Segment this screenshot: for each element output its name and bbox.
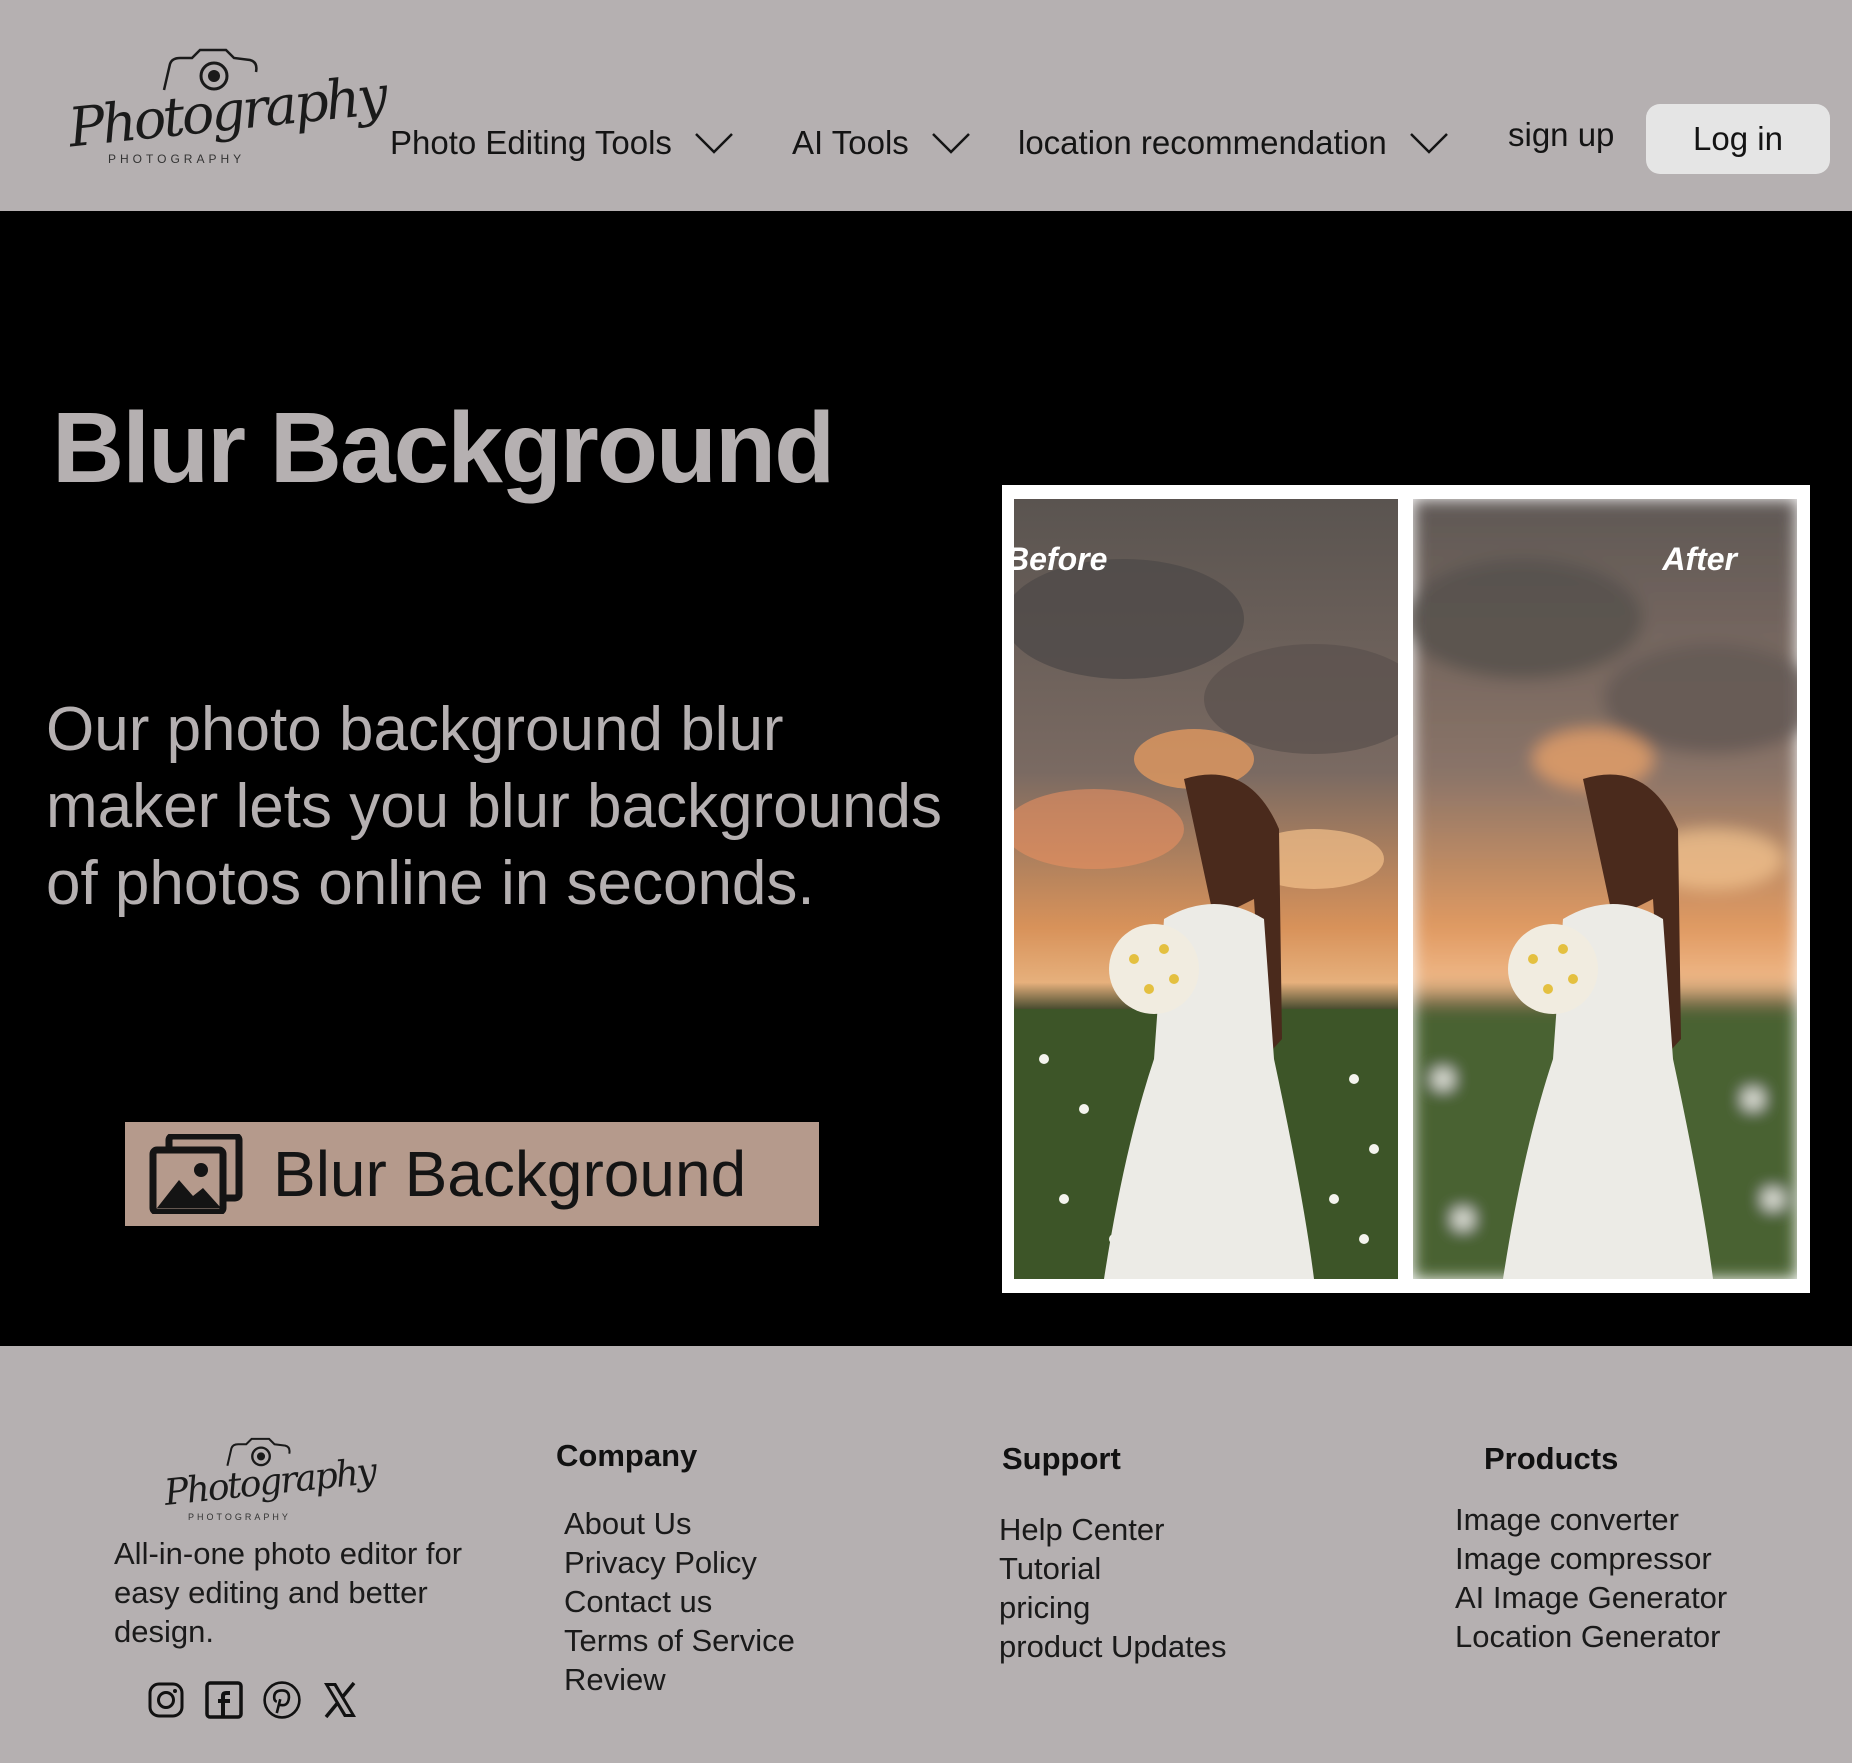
- instagram-icon[interactable]: [146, 1680, 186, 1720]
- nav-photo-editing-tools[interactable]: Photo Editing Tools: [390, 124, 734, 162]
- products-links: Image converter Image compressor AI Imag…: [1455, 1500, 1727, 1656]
- after-label: After: [1662, 541, 1737, 577]
- footer-logo[interactable]: Photography PHOTOGRAPHY: [160, 1436, 377, 1526]
- x-icon[interactable]: [320, 1680, 360, 1720]
- footer-link-image-compressor[interactable]: Image compressor: [1455, 1539, 1727, 1578]
- products-heading: Products: [1484, 1441, 1619, 1476]
- footer-link-about-us[interactable]: About Us: [564, 1504, 795, 1543]
- nav-label: location recommendation: [1018, 124, 1387, 161]
- site-header: Photography PHOTOGRAPHY Photo Editing To…: [0, 0, 1852, 211]
- footer-link-tutorial[interactable]: Tutorial: [999, 1549, 1226, 1588]
- before-label: Before: [1014, 541, 1108, 577]
- page-title: Blur Background: [52, 392, 835, 504]
- hero-description: Our photo background blur maker lets you…: [46, 695, 943, 918]
- footer-tagline: All-in-one photo editor for easy editing…: [114, 1536, 463, 1649]
- footer-link-privacy-policy[interactable]: Privacy Policy: [564, 1543, 795, 1582]
- nav-location-recommendation[interactable]: location recommendation: [1018, 124, 1449, 162]
- before-photo: Before: [1014, 499, 1398, 1279]
- footer-link-image-converter[interactable]: Image converter: [1455, 1500, 1727, 1539]
- after-photo: After: [1413, 499, 1797, 1279]
- images-icon: [149, 1134, 243, 1214]
- social-links: [146, 1680, 360, 1720]
- pinterest-icon[interactable]: [262, 1680, 302, 1720]
- signup-link[interactable]: sign up: [1508, 116, 1614, 154]
- nav-ai-tools[interactable]: AI Tools: [792, 124, 971, 162]
- nav-label: AI Tools: [792, 124, 909, 161]
- footer-link-product-updates[interactable]: product Updates: [999, 1627, 1226, 1666]
- chevron-down-icon: [1409, 133, 1448, 154]
- chevron-down-icon: [695, 133, 733, 154]
- blur-background-button[interactable]: Blur Background: [125, 1122, 819, 1226]
- nav-label: Photo Editing Tools: [390, 124, 672, 161]
- cta-label: Blur Background: [273, 1138, 747, 1210]
- footer-link-help-center[interactable]: Help Center: [999, 1510, 1226, 1549]
- before-after-comparison: Before After: [1002, 485, 1810, 1293]
- footer-link-review[interactable]: Review: [564, 1660, 795, 1699]
- support-links: Help Center Tutorial pricing product Upd…: [999, 1510, 1226, 1666]
- footer-link-terms-of-service[interactable]: Terms of Service: [564, 1621, 795, 1660]
- logo-subtitle: PHOTOGRAPHY: [108, 152, 246, 166]
- footer-link-ai-image-generator[interactable]: AI Image Generator: [1455, 1578, 1727, 1617]
- brand-logo[interactable]: Photography PHOTOGRAPHY: [62, 40, 388, 170]
- support-heading: Support: [1002, 1441, 1121, 1476]
- footer-link-pricing[interactable]: pricing: [999, 1588, 1226, 1627]
- chevron-down-icon: [931, 133, 970, 154]
- footer-link-contact-us[interactable]: Contact us: [564, 1582, 795, 1621]
- footer-link-location-generator[interactable]: Location Generator: [1455, 1617, 1727, 1656]
- facebook-icon[interactable]: [204, 1680, 244, 1720]
- login-button[interactable]: Log in: [1646, 104, 1830, 174]
- hero-section: Blur Background Our photo background blu…: [0, 211, 1852, 1346]
- site-footer: Photography PHOTOGRAPHY All-in-one photo…: [0, 1346, 1852, 1763]
- company-heading: Company: [556, 1438, 698, 1473]
- company-links: About Us Privacy Policy Contact us Terms…: [564, 1504, 795, 1699]
- logo-subtitle: PHOTOGRAPHY: [188, 1512, 291, 1522]
